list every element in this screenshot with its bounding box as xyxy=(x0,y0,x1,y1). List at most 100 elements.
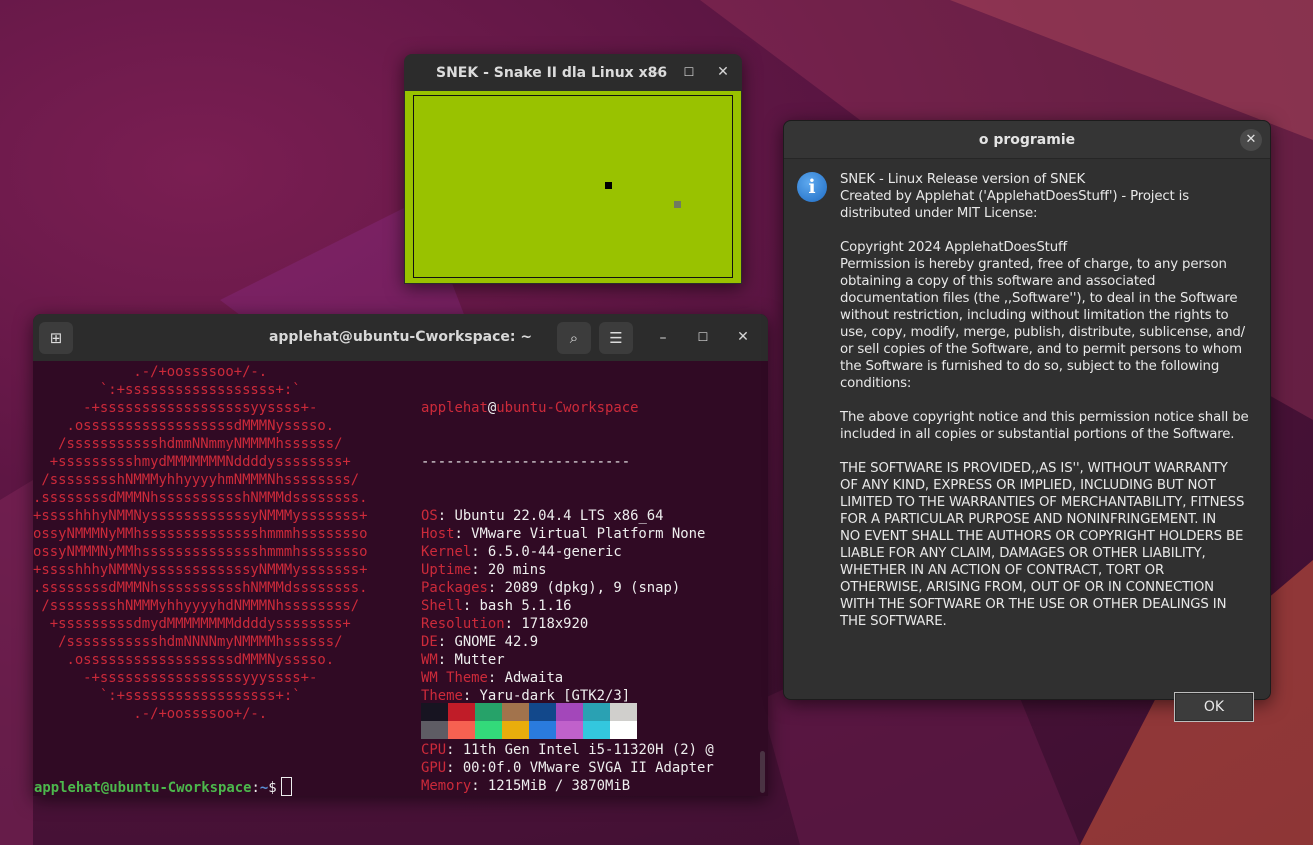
logo-line: /ssssssssssshdmmNNmmyNMMMMhssssss/ xyxy=(33,436,343,452)
logo-line: .ssssssssdMMMNhsssssssssshNMMMdssssssss. xyxy=(33,580,368,596)
close-button[interactable]: ✕ xyxy=(713,62,733,82)
color-swatch xyxy=(448,703,475,721)
snake-food xyxy=(674,201,681,208)
color-swatch xyxy=(610,721,637,739)
close-icon[interactable]: ✕ xyxy=(1240,129,1262,151)
prompt-sep: : xyxy=(251,780,260,796)
logo-line: +sssshhhyNMMNyssssssssssssyNMMMysssssss+ xyxy=(33,562,368,578)
logo-line: .ssssssssdMMMNhsssssssssshNMMMdssssssss. xyxy=(33,490,368,506)
info-key: Theme xyxy=(421,688,463,704)
info-key: Kernel xyxy=(421,544,472,560)
color-swatch xyxy=(529,721,556,739)
prompt-user: applehat@ubuntu-Cworkspace xyxy=(34,780,252,796)
info-key: GPU xyxy=(421,760,447,776)
neofetch-header: applehat@ubuntu-Cworkspace xyxy=(421,399,714,417)
logo-line: +sssssssssdmydMMMMMMMMddddyssssssss+ xyxy=(33,616,351,632)
info-value: : Ubuntu 22.04.4 LTS x86_64 xyxy=(437,508,664,524)
close-button[interactable]: ✕ xyxy=(733,327,753,347)
license-text: SNEK - Linux Release version of SNEK Cre… xyxy=(840,172,1249,629)
info-key: CPU xyxy=(421,742,447,758)
info-value: : 2089 (dpkg), 9 (snap) xyxy=(487,580,681,596)
logo-line: .-/+oossssoo+/-. xyxy=(33,364,268,380)
color-swatch xyxy=(475,721,502,739)
info-key: Resolution xyxy=(421,616,505,632)
logo-line: /ssssssssssshdmNNNNmyNMMMMhssssss/ xyxy=(33,634,343,650)
dialog-body: i SNEK - Linux Release version of SNEK C… xyxy=(784,158,1270,722)
info-key: WM Theme xyxy=(421,670,488,686)
prompt-dollar: $ xyxy=(268,780,277,796)
info-line: DE: GNOME 42.9 xyxy=(421,633,714,651)
logo-line: /sssssssshNMMMyhhyyyyhmNMMMNhssssssss/ xyxy=(33,472,360,488)
color-swatch xyxy=(583,721,610,739)
snake-window-title: SNEK - Snake II dla Linux x86 xyxy=(436,65,668,81)
board-border xyxy=(413,95,733,278)
dialog-title: o programie xyxy=(978,132,1076,148)
scrollbar[interactable] xyxy=(760,751,765,793)
info-line: OS: Ubuntu 22.04.4 LTS x86_64 xyxy=(421,507,714,525)
color-swatch xyxy=(556,721,583,739)
maximize-button[interactable]: ☐ xyxy=(679,62,699,82)
info-key: Memory xyxy=(421,778,472,794)
ok-button[interactable]: OK xyxy=(1174,692,1254,722)
terminal-titlebar[interactable]: ⊞ applehat@ubuntu-Cworkspace: ~ ⌕ ☰ – ☐ … xyxy=(33,314,768,361)
info-line: CPU: 11th Gen Intel i5-11320H (2) @ xyxy=(421,741,714,759)
info-value: : 11th Gen Intel i5-11320H (2) @ xyxy=(446,742,714,758)
logo-line: `:+ssssssssssssssssss+:` xyxy=(33,688,301,704)
info-value: : Adwaita xyxy=(487,670,564,686)
header-host: ubuntu-Cworkspace xyxy=(496,400,639,416)
terminal-content[interactable]: .-/+oossssoo+/-. `:+ssssssssssssssssss+:… xyxy=(33,361,768,796)
logo-line: /sssssssshNMMMyhhyyyyhdNMMMNhssssssss/ xyxy=(33,598,360,614)
info-key: Shell xyxy=(421,598,463,614)
info-key: Host xyxy=(421,526,455,542)
info-value: : 1215MiB / 3870MiB xyxy=(471,778,631,794)
info-key: Uptime xyxy=(421,562,472,578)
search-icon[interactable]: ⌕ xyxy=(557,322,591,354)
ubuntu-ascii-logo: .-/+oossssoo+/-. `:+ssssssssssssssssss+:… xyxy=(33,363,368,723)
hamburger-menu-icon[interactable]: ☰ xyxy=(599,322,633,354)
color-swatch xyxy=(448,721,475,739)
info-line: Host: VMware Virtual Platform None xyxy=(421,525,714,543)
header-user: applehat xyxy=(421,400,488,416)
info-line: Memory: 1215MiB / 3870MiB xyxy=(421,777,714,795)
color-swatch xyxy=(610,703,637,721)
snake-game-board[interactable] xyxy=(405,91,741,283)
info-line: WM Theme: Adwaita xyxy=(421,669,714,687)
color-palette xyxy=(421,703,637,739)
info-value: : VMware Virtual Platform None xyxy=(454,526,706,542)
logo-line: .ossssssssssssssssssdMMMNysssso. xyxy=(33,418,335,434)
info-line: Resolution: 1718x920 xyxy=(421,615,714,633)
info-line: GPU: 00:0f.0 VMware SVGA II Adapter xyxy=(421,759,714,777)
logo-line: .ossssssssssssssssssdMMMNysssso. xyxy=(33,652,335,668)
text-cursor xyxy=(280,777,292,796)
snake-head xyxy=(605,182,612,189)
logo-line: ossyNMMMNyMMhsssssssssssssshmmmhssssssso xyxy=(33,544,368,560)
terminal-window: ⊞ applehat@ubuntu-Cworkspace: ~ ⌕ ☰ – ☐ … xyxy=(33,314,768,796)
logo-line: ossyNMMMNyMMhsssssssssssssshmmmhssssssso xyxy=(33,526,368,542)
color-swatch xyxy=(529,703,556,721)
info-line: Uptime: 20 mins xyxy=(421,561,714,579)
color-swatch xyxy=(502,703,529,721)
minimize-button[interactable]: – xyxy=(653,328,673,348)
info-value: : Yaru-dark [GTK2/3] xyxy=(462,688,631,704)
info-key: Packages xyxy=(421,580,488,596)
neofetch-info: applehat@ubuntu-Cworkspace -------------… xyxy=(421,363,714,831)
info-value: : 20 mins xyxy=(471,562,547,578)
logo-line: `:+ssssssssssssssssss+:` xyxy=(33,382,301,398)
info-key: WM xyxy=(421,652,438,668)
minimize-button[interactable]: – xyxy=(645,63,665,83)
info-line: WM: Mutter xyxy=(421,651,714,669)
info-key: DE xyxy=(421,634,438,650)
color-swatch xyxy=(502,721,529,739)
logo-line: -+sssssssssssssssssyyyssss+- xyxy=(33,670,318,686)
shell-prompt[interactable]: applehat@ubuntu-Cworkspace:~$ xyxy=(34,777,292,797)
info-value: : 6.5.0-44-generic xyxy=(471,544,622,560)
color-swatch xyxy=(583,703,610,721)
maximize-button[interactable]: ☐ xyxy=(693,327,713,347)
info-value: : bash 5.1.16 xyxy=(462,598,572,614)
about-dialog: o programie ✕ i SNEK - Linux Release ver… xyxy=(783,120,1271,722)
info-value: : 00:0f.0 VMware SVGA II Adapter xyxy=(446,760,714,776)
info-line: Shell: bash 5.1.16 xyxy=(421,597,714,615)
color-swatch xyxy=(475,703,502,721)
info-key: OS xyxy=(421,508,438,524)
logo-line: +sssshhhyNMMNyssssssssssssyNMMMysssssss+ xyxy=(33,508,368,524)
